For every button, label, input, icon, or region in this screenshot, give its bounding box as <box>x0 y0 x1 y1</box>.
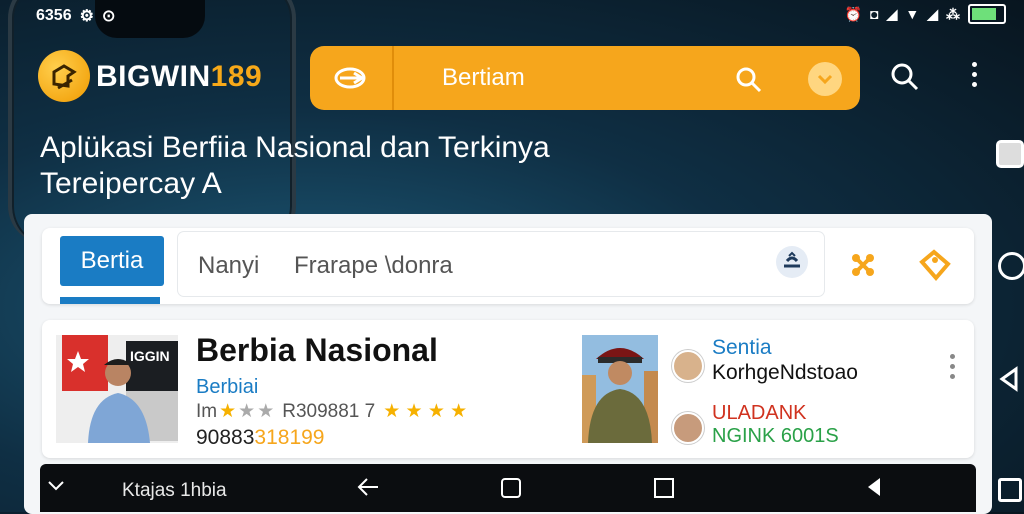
star-icon: ★ <box>257 401 275 422</box>
tag-icon[interactable] <box>918 248 952 287</box>
rating-prefix: Im <box>196 400 218 422</box>
signal-icon-2: ◢ <box>927 5 938 22</box>
home-icon[interactable] <box>501 478 521 498</box>
related-tag-red: ULADANK <box>712 402 807 424</box>
search-button[interactable] <box>890 62 920 97</box>
top-search-label: Bertiam <box>442 64 525 91</box>
news-number: 90883318199 <box>196 426 324 450</box>
recents-icon[interactable] <box>654 478 674 498</box>
more-options-icon[interactable] <box>950 354 955 379</box>
record-icon: ⊙ <box>101 8 116 25</box>
news-thumbnail-2[interactable] <box>582 335 658 443</box>
related-label: Sentia <box>712 336 772 359</box>
svg-text:IGGIN: IGGIN <box>130 348 170 364</box>
more-options-icon[interactable] <box>972 62 977 87</box>
top-search-menu-button[interactable] <box>310 46 394 110</box>
vibrate-icon: ◘ <box>870 6 879 22</box>
status-time: 6356 <box>36 7 72 24</box>
star-icon: ★ ★ ★ ★ <box>383 401 468 422</box>
tab-bertia[interactable]: Bertia <box>60 236 164 286</box>
news-category: Berbiai <box>196 376 259 398</box>
search-input-text-2: Frarape \donra <box>294 252 453 279</box>
news-thumbnail[interactable]: IGGIN <box>56 335 178 443</box>
back-icon[interactable] <box>356 476 380 503</box>
wifi-icon: ▼ <box>905 6 920 22</box>
chevron-down-icon[interactable] <box>808 62 842 96</box>
chevron-down-icon[interactable] <box>46 478 66 499</box>
news-rating: Im ★ ★ ★ R309881 7 ★ ★ ★ ★ <box>196 400 467 423</box>
back-triangle-icon[interactable] <box>866 476 882 503</box>
tab-indicator <box>60 297 160 304</box>
related-title[interactable]: KorhgeNdstoao <box>712 361 858 385</box>
home-nav-icon[interactable] <box>998 252 1024 280</box>
alarm-icon: ⏰ <box>844 5 863 22</box>
brand-name-number: 189 <box>210 60 263 93</box>
related-tag-green: NGINK 6001S <box>712 425 839 447</box>
bottom-nav-label: Ktajas 1hbia <box>122 480 227 501</box>
page-headline: Aplükasi Berfiia Nasional dan Terkinya T… <box>40 131 550 200</box>
avatar <box>672 350 704 382</box>
search-input[interactable] <box>178 232 824 296</box>
settings-icon: ⚙ <box>79 8 94 25</box>
recents-nav-icon[interactable] <box>998 478 1022 502</box>
status-bar-right: ⏰ ◘ ◢ ▼ ◢ ⁂ <box>845 4 1006 24</box>
brand-logo-icon <box>38 50 90 102</box>
avatar <box>672 412 704 444</box>
news-number-highlight: 318199 <box>254 426 325 449</box>
search-input-text-1: Nanyi <box>198 252 260 279</box>
brand-name-main: BIGWIN <box>96 60 211 93</box>
brand-name: BIGWIN189 <box>96 60 262 94</box>
rating-code: R309881 7 <box>282 400 376 422</box>
status-bar-left: 6356 ⚙ ⊙ <box>36 6 115 26</box>
search-icon[interactable] <box>735 66 763 99</box>
data-icon: ⁂ <box>946 5 960 22</box>
star-icon: ★ <box>238 401 256 422</box>
star-icon: ★ <box>219 401 237 422</box>
voice-icon[interactable] <box>776 246 808 278</box>
back-nav-icon[interactable] <box>998 366 1020 397</box>
signal-icon: ◢ <box>886 5 898 22</box>
battery-icon <box>968 4 1006 24</box>
shuffle-icon[interactable] <box>848 250 878 285</box>
screenshot-icon[interactable] <box>996 140 1024 168</box>
news-title[interactable]: Berbia Nasional <box>196 332 438 369</box>
news-number-dark: 90883 <box>196 426 255 449</box>
